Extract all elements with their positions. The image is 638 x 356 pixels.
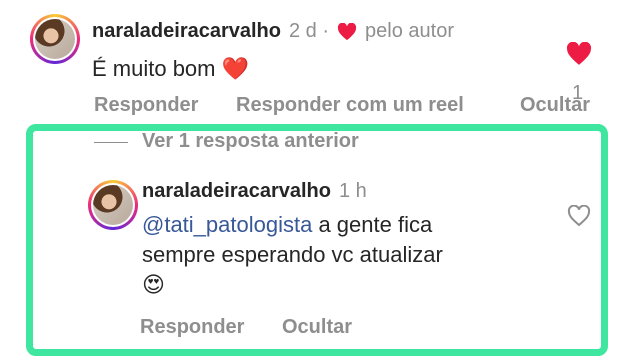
- reply-text-line2: sempre esperando vc atualizar: [142, 242, 443, 267]
- reply-text: @tati_patologista a gente fica sempre es…: [142, 210, 542, 300]
- reply-button[interactable]: Responder: [94, 94, 198, 117]
- reply-reply-button[interactable]: Responder: [140, 316, 244, 339]
- reply-time: 1 h: [339, 180, 367, 202]
- comment-header: naraladeiracarvalho 2 d · pelo autor: [92, 20, 454, 43]
- hide-button[interactable]: Ocultar: [520, 94, 590, 117]
- comment-text: É muito bom ❤️: [92, 54, 249, 84]
- heart-eyes-emoji: 😍: [142, 272, 165, 297]
- reply-text-line1: a gente fica: [312, 212, 433, 237]
- reply-hide-button[interactable]: Ocultar: [282, 316, 352, 339]
- like-outline-heart-icon[interactable]: [567, 204, 591, 232]
- reply-username[interactable]: naraladeiracarvalho: [142, 180, 331, 203]
- avatar[interactable]: [30, 14, 80, 64]
- reply-header: naraladeiracarvalho 1 h: [142, 180, 367, 203]
- liked-by-author-label: pelo autor: [365, 20, 454, 42]
- reply-with-reel-button[interactable]: Responder com um reel: [236, 94, 464, 117]
- mention-link[interactable]: @tati_patologista: [142, 212, 312, 237]
- author-heart-icon: [337, 22, 357, 41]
- comment-text-content: É muito bom: [92, 56, 216, 81]
- heart-emoji: ❤️: [221, 56, 250, 81]
- comment-time: 2 d ·: [289, 20, 330, 42]
- like-heart-icon[interactable]: [566, 41, 592, 71]
- reply-avatar[interactable]: [88, 180, 138, 230]
- username[interactable]: naraladeiracarvalho: [92, 20, 281, 43]
